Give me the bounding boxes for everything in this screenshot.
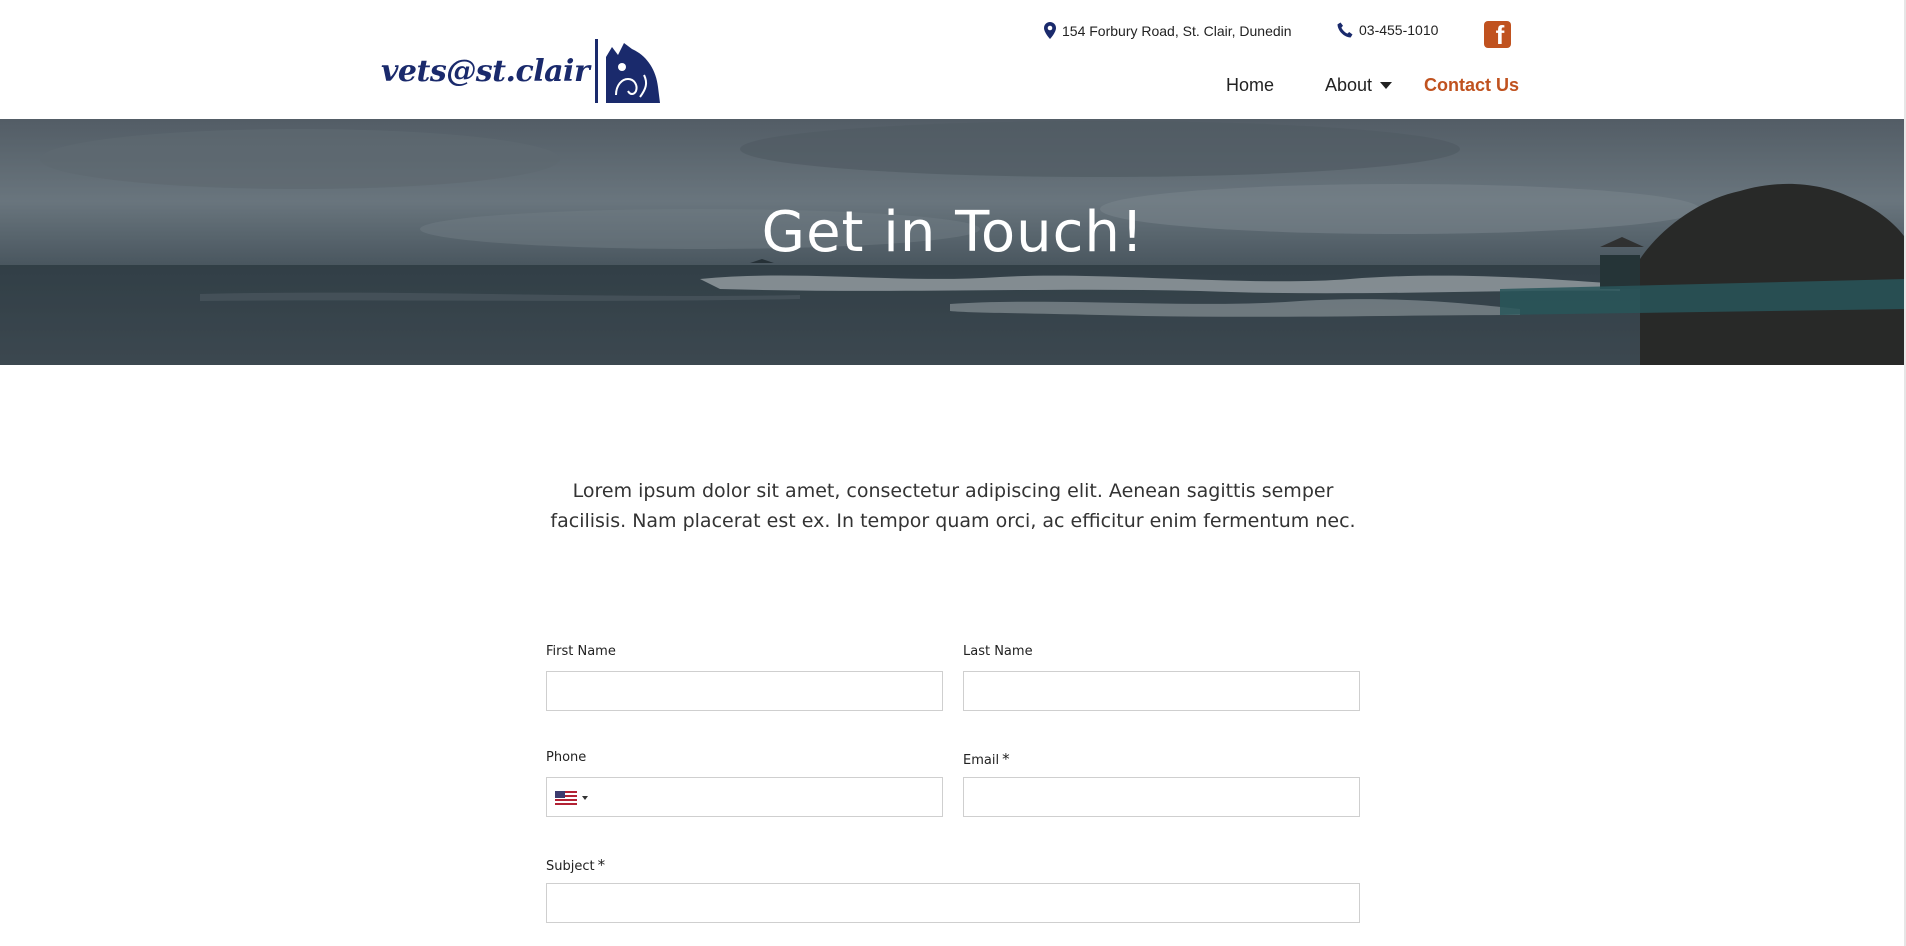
first-name-field[interactable] xyxy=(546,671,943,711)
pet-silhouette-icon xyxy=(606,43,661,103)
required-asterisk: * xyxy=(1002,750,1010,768)
phone-label: Phone xyxy=(546,750,587,765)
site-header: vets@st.clair 154 Forbury Road, St. Clai… xyxy=(0,0,1906,119)
email-label: Email * xyxy=(963,750,1010,768)
logo-text: vets@st.clair xyxy=(381,53,590,89)
subject-label: Subject * xyxy=(546,856,605,874)
site-logo[interactable]: vets@st.clair xyxy=(381,38,661,104)
email-label-text: Email xyxy=(963,753,1000,768)
page-title: Get in Touch! xyxy=(761,200,1145,265)
map-pin-icon xyxy=(1044,22,1056,39)
nav-about-label: About xyxy=(1325,75,1373,95)
nav-contact-us[interactable]: Contact Us xyxy=(1424,75,1519,96)
chevron-down-icon xyxy=(1380,82,1393,89)
phone-icon xyxy=(1337,22,1353,38)
address-text: 154 Forbury Road, St. Clair, Dunedin xyxy=(1062,22,1292,39)
last-name-field[interactable] xyxy=(963,671,1360,711)
email-field[interactable] xyxy=(963,777,1360,817)
facebook-glyph: f xyxy=(1495,20,1505,50)
phone-info[interactable]: 03-455-1010 xyxy=(1337,22,1438,38)
nav-home[interactable]: Home xyxy=(1226,75,1274,96)
intro-text: Lorem ipsum dolor sit amet, consectetur … xyxy=(550,480,1356,532)
facebook-icon[interactable]: f xyxy=(1484,21,1511,48)
phone-field[interactable] xyxy=(546,777,943,817)
phone-text: 03-455-1010 xyxy=(1359,22,1439,38)
required-asterisk: * xyxy=(597,856,606,874)
us-flag-icon[interactable] xyxy=(555,791,577,805)
subject-label-text: Subject xyxy=(546,859,595,874)
logo-divider xyxy=(595,39,599,103)
last-name-label: Last Name xyxy=(963,644,1033,659)
nav-about[interactable]: About xyxy=(1325,75,1393,96)
subject-field[interactable] xyxy=(546,883,1360,923)
first-name-label: First Name xyxy=(546,644,616,659)
country-dropdown-caret-icon[interactable] xyxy=(582,796,588,800)
address-info[interactable]: 154 Forbury Road, St. Clair, Dunedin xyxy=(1044,22,1292,39)
hero-banner: Get in Touch! xyxy=(0,119,1906,365)
